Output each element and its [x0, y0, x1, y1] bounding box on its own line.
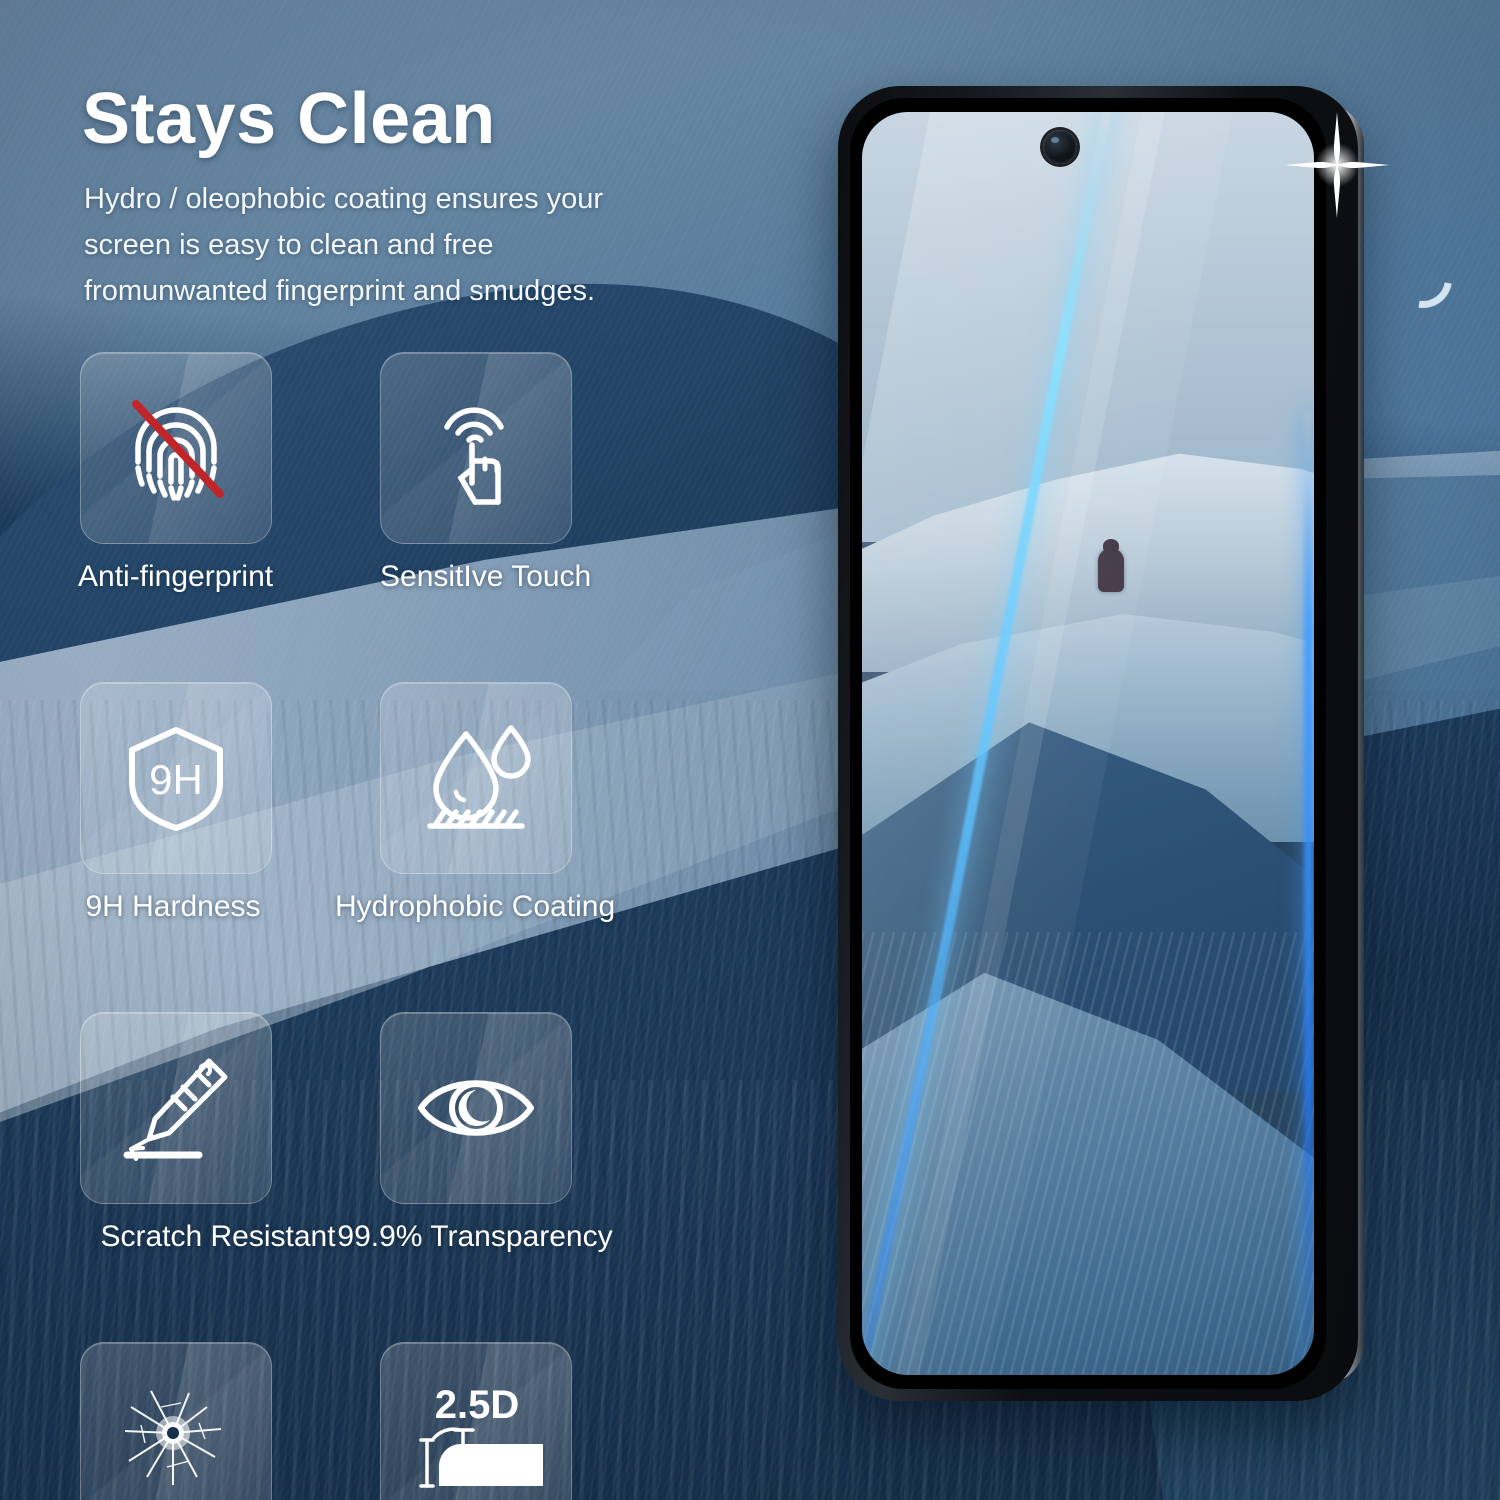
- eye-icon: [418, 1080, 534, 1136]
- page-title: Stays Clean: [82, 79, 496, 159]
- feature-label: SensitIve Touch: [380, 560, 592, 593]
- feature-grid: Anti-fingerprint SensitIve Touch 9H 9H H…: [78, 352, 680, 1500]
- no-fingerprint-icon: [132, 400, 224, 501]
- feature-item-transparency: 99.9% Transparency: [337, 1012, 680, 1254]
- product-phone: [838, 86, 1464, 1426]
- feature-label: Scratch Resistant: [100, 1220, 336, 1253]
- feature-item-9h-hardness: 9H 9H Hardness: [80, 682, 380, 924]
- feature-item-sensitive-touch: SensitIve Touch: [380, 352, 680, 594]
- feature-label: 99.9% Transparency: [337, 1220, 613, 1253]
- product-feature-banner: Stays Clean Hydro / oleophobic coating e…: [0, 0, 1500, 1500]
- feature-tile: [80, 1012, 272, 1204]
- feature-row: 9H 9H Hardness Hydrophobic Coating: [80, 682, 680, 924]
- feature-label: Anti-fingerprint: [78, 560, 274, 593]
- feature-item-scratch-resistant-impact: Scratch Resistant: [80, 1342, 380, 1500]
- edge-depth-value: 2.5D: [435, 1383, 520, 1427]
- feature-item-scratch-resistant-knife: Scratch Resistant: [80, 1012, 380, 1254]
- feature-item-hydrophobic-coating: Hydrophobic Coating: [335, 682, 680, 924]
- feature-tile: [80, 352, 272, 544]
- feature-label: Hydrophobic Coating: [335, 890, 616, 923]
- rounded-edge-icon: 2.5D: [419, 1383, 543, 1488]
- feature-tile: [380, 352, 572, 544]
- page-subtitle: Hydro / oleophobic coating ensures your …: [84, 183, 604, 307]
- feature-row: Anti-fingerprint SensitIve Touch: [78, 352, 680, 594]
- phone-screen: [862, 112, 1314, 1375]
- screen-edge-glow: [1304, 412, 1313, 1375]
- water-droplet-icon: [427, 725, 531, 829]
- shattered-glass-icon: [124, 1390, 222, 1485]
- feature-tile: [80, 1342, 272, 1500]
- touch-gesture-icon: [444, 407, 504, 505]
- phone-body: [838, 86, 1358, 1401]
- feature-label: 9H Hardness: [85, 890, 261, 923]
- feature-tile: [380, 1012, 572, 1204]
- feature-tile: 9H: [80, 682, 272, 874]
- feature-item-anti-fingerprint: Anti-fingerprint: [78, 352, 380, 594]
- feature-row: Scratch Resistant 2.5D: [80, 1342, 680, 1500]
- feature-tile: 2.5D: [380, 1342, 572, 1500]
- feature-item-rounded-sides: 2.5D Rounded Sides: [380, 1342, 680, 1500]
- utility-knife-icon: [123, 1058, 228, 1161]
- hardness-value: 9H: [149, 756, 203, 803]
- feature-tile: [380, 682, 572, 874]
- shield-9h-icon: 9H: [129, 727, 223, 831]
- front-camera-punch-hole: [1043, 130, 1077, 164]
- feature-row: Scratch Resistant 99.9% Transparency: [80, 1012, 680, 1254]
- wallpaper-seated-figure: [1098, 539, 1124, 592]
